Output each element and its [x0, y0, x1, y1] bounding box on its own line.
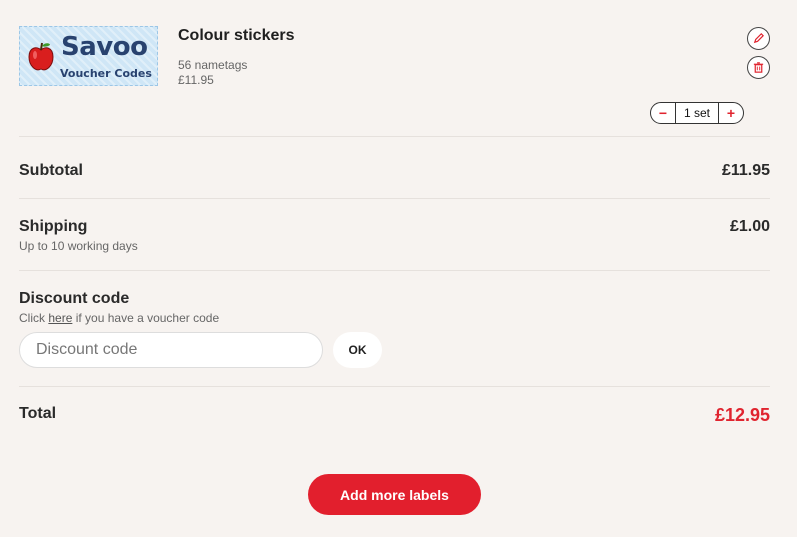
- subtotal-row: Subtotal £11.95: [19, 162, 770, 180]
- total-row: Total £12.95: [19, 405, 770, 425]
- discount-here-link[interactable]: here: [48, 311, 72, 325]
- add-more-labels-button[interactable]: Add more labels: [308, 474, 481, 515]
- minus-icon[interactable]: −: [651, 103, 675, 123]
- total-value: £12.95: [714, 405, 770, 425]
- discount-note-suffix: if you have a voucher code: [72, 311, 220, 325]
- discount-note-prefix: Click: [19, 311, 49, 325]
- cart-item: Savoo Voucher Codes Colour stickers 56 n…: [19, 26, 779, 131]
- logo-text: Savoo: [61, 32, 148, 62]
- divider: [19, 386, 770, 387]
- shipping-value: £1.00: [729, 218, 770, 235]
- divider: [19, 136, 770, 137]
- shipping-note: Up to 10 working days: [19, 239, 138, 253]
- quantity-value: 1 set: [675, 103, 719, 123]
- subtotal-value: £11.95: [721, 162, 770, 179]
- apple-icon: [28, 42, 54, 71]
- plus-icon[interactable]: +: [719, 103, 743, 123]
- subtotal-label: Subtotal: [19, 162, 83, 179]
- trash-icon: [753, 62, 764, 73]
- discount-section: Discount code Click here if you have a v…: [19, 290, 770, 325]
- edit-button[interactable]: [747, 27, 770, 50]
- apply-discount-button[interactable]: OK: [333, 332, 382, 368]
- total-label: Total: [19, 405, 57, 422]
- discount-label: Discount code: [19, 290, 130, 307]
- discount-code-input[interactable]: [19, 332, 323, 368]
- product-thumbnail: Savoo Voucher Codes: [19, 26, 158, 86]
- divider: [19, 270, 770, 271]
- shipping-row: Shipping Up to 10 working days £1.00: [19, 218, 770, 253]
- item-price: £11.95: [178, 73, 214, 87]
- edit-icon: [753, 33, 764, 44]
- delete-button[interactable]: [747, 56, 770, 79]
- shipping-label: Shipping: [19, 218, 88, 235]
- divider: [19, 198, 770, 199]
- logo-subtext: Voucher Codes: [60, 67, 152, 80]
- item-meta: 56 nametags: [178, 58, 248, 72]
- discount-note: Click here if you have a voucher code: [19, 311, 770, 325]
- quantity-stepper: − 1 set +: [650, 102, 744, 124]
- item-title: Colour stickers: [178, 27, 295, 44]
